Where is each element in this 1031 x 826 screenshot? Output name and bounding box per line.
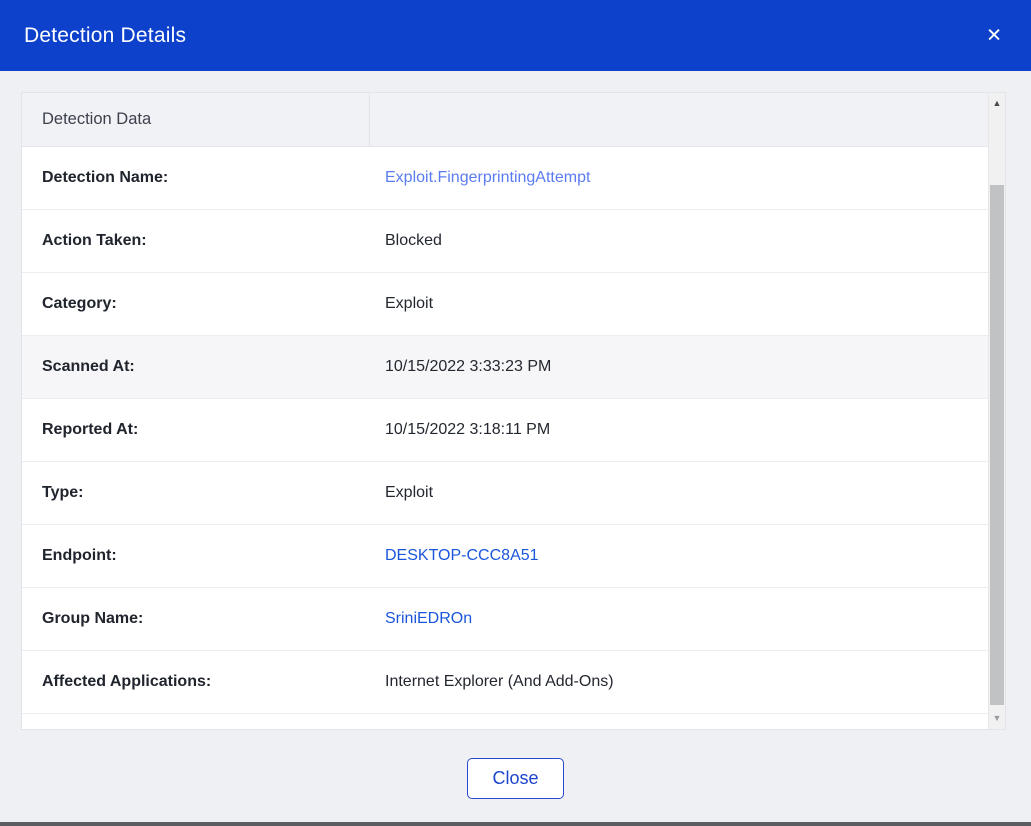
table-row: Reported At: 10/15/2022 3:18:11 PM bbox=[22, 399, 1005, 462]
row-label: Reported At: bbox=[22, 421, 369, 439]
row-label: Group Name: bbox=[22, 610, 369, 628]
table-row: Action Taken: Blocked bbox=[22, 210, 1005, 273]
table-header-label: Detection Data bbox=[22, 110, 151, 129]
row-label: Category: bbox=[22, 295, 369, 313]
detection-name-link[interactable]: Exploit.FingerprintingAttempt bbox=[369, 169, 590, 187]
table-row: Affected Applications: Internet Explorer… bbox=[22, 651, 1005, 714]
row-value: 10/15/2022 3:18:11 PM bbox=[369, 421, 550, 439]
table-row: Category: Exploit bbox=[22, 273, 1005, 336]
row-label: Action Taken: bbox=[22, 232, 369, 250]
backdrop-strip bbox=[0, 822, 1031, 826]
row-value: Blocked bbox=[369, 232, 442, 250]
row-label: Endpoint: bbox=[22, 547, 369, 565]
modal-header: Detection Details ✕ bbox=[0, 0, 1031, 71]
row-label: Affected Applications: bbox=[22, 673, 369, 691]
endpoint-link[interactable]: DESKTOP-CCC8A51 bbox=[369, 547, 539, 565]
modal-title: Detection Details bbox=[24, 24, 186, 48]
row-value: Exploit bbox=[369, 484, 433, 502]
table-row: Type: Exploit bbox=[22, 462, 1005, 525]
scroll-down-icon[interactable]: ▼ bbox=[989, 710, 1005, 727]
row-label: Detection Name: bbox=[22, 169, 369, 187]
detection-data-table: Detection Data Detection Name: Exploit.F… bbox=[21, 92, 1006, 730]
group-name-link[interactable]: SriniEDROn bbox=[369, 610, 472, 628]
table-row: Group Name: SriniEDROn bbox=[22, 588, 1005, 651]
table-row: Endpoint: DESKTOP-CCC8A51 bbox=[22, 525, 1005, 588]
table-header-row: Detection Data bbox=[22, 93, 1005, 147]
scroll-up-icon[interactable]: ▲ bbox=[989, 95, 1005, 112]
row-value: Exploit bbox=[369, 295, 433, 313]
row-label: Type: bbox=[22, 484, 369, 502]
close-button[interactable]: Close bbox=[467, 758, 564, 799]
close-x-button[interactable]: ✕ bbox=[977, 20, 1011, 51]
table-row-highlighted: Scanned At: 10/15/2022 3:33:23 PM bbox=[22, 336, 1005, 399]
close-icon: ✕ bbox=[986, 25, 1002, 46]
vertical-scrollbar[interactable]: ▲ ▼ bbox=[988, 93, 1005, 729]
row-value: Internet Explorer (And Add-Ons) bbox=[369, 673, 614, 691]
table-row: Detection Name: Exploit.FingerprintingAt… bbox=[22, 147, 1005, 210]
column-divider bbox=[369, 93, 370, 146]
row-label: Scanned At: bbox=[22, 358, 369, 376]
row-value: 10/15/2022 3:33:23 PM bbox=[369, 358, 551, 376]
scrollbar-thumb[interactable] bbox=[990, 185, 1004, 705]
